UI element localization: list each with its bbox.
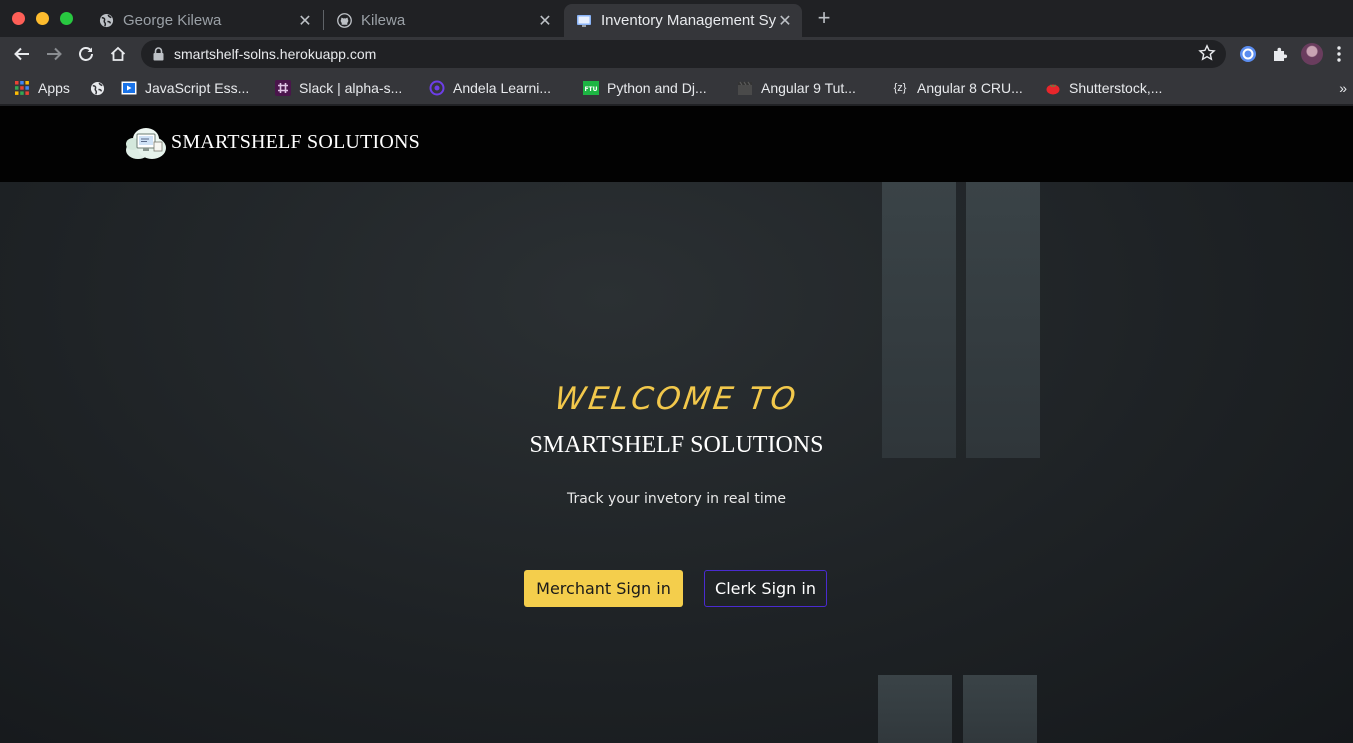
- ftu-icon: FTU: [583, 80, 599, 96]
- bookmark-label: Apps: [38, 80, 70, 96]
- close-window-button[interactable]: [12, 12, 25, 25]
- back-button[interactable]: [10, 42, 34, 66]
- url-text[interactable]: smartshelf-solns.herokuapp.com: [174, 46, 376, 62]
- site-navbar: SMARTSHELF SOLUTIONS: [0, 106, 1353, 182]
- tab-title: Kilewa: [361, 12, 406, 29]
- monitor-icon: [576, 13, 592, 29]
- bookmark-javascript-essentials[interactable]: JavaScript Ess...: [121, 78, 249, 98]
- close-tab-icon[interactable]: ✕: [536, 11, 554, 31]
- apps-grid-icon: [14, 80, 30, 96]
- ftu-text: FTU: [584, 86, 597, 93]
- welcome-heading: WELCOME TO: [552, 381, 801, 417]
- globe-icon: [98, 13, 114, 29]
- background-pillar: [878, 675, 952, 743]
- brand-name[interactable]: SMARTSHELF SOLUTIONS: [171, 131, 420, 154]
- bookmark-apps[interactable]: Apps: [14, 78, 70, 98]
- close-tab-icon[interactable]: ✕: [776, 11, 794, 31]
- bookmark-label: JavaScript Ess...: [145, 80, 250, 96]
- clerk-sign-in-button[interactable]: Clerk Sign in: [704, 570, 827, 607]
- bookmark-angular-8-crud[interactable]: {z} Angular 8 CRU...: [891, 78, 1023, 98]
- bookmark-label: Angular 8 CRU...: [917, 80, 1023, 96]
- browser-menu-icon[interactable]: [1336, 45, 1342, 63]
- clapper-icon: [737, 80, 753, 96]
- globe-icon: [89, 80, 105, 96]
- bookmark-angular-9[interactable]: Angular 9 Tut...: [737, 78, 856, 98]
- more-bookmarks-button[interactable]: »: [1339, 80, 1347, 96]
- profile-avatar[interactable]: [1301, 43, 1323, 65]
- background-pillar: [963, 675, 1037, 743]
- slack-icon: [275, 80, 291, 96]
- tab-kilewa[interactable]: Kilewa ✕: [324, 4, 562, 37]
- extensions-puzzle-icon[interactable]: [1268, 42, 1292, 66]
- forward-arrow-icon: [47, 47, 62, 61]
- merchant-sign-in-button[interactable]: Merchant Sign in: [524, 570, 683, 607]
- bookmark-label: Slack | alpha-s...: [299, 80, 403, 96]
- reload-icon: [79, 47, 93, 61]
- github-icon: [336, 13, 352, 29]
- back-arrow-icon: [14, 47, 29, 61]
- bookmark-slack[interactable]: Slack | alpha-s...: [275, 78, 402, 98]
- bookmark-label: Shutterstock,...: [1069, 80, 1163, 96]
- browser-tab-strip: George Kilewa ✕ Kilewa ✕ Inventory Manag…: [0, 0, 1353, 37]
- new-tab-button[interactable]: +: [812, 6, 836, 30]
- minimize-window-button[interactable]: [36, 12, 49, 25]
- smartshelf-logo[interactable]: [124, 124, 168, 162]
- tomato-icon: [1045, 80, 1061, 96]
- close-tab-icon[interactable]: ✕: [296, 11, 314, 31]
- web-page: SMARTSHELF SOLUTIONS WELCOME TO SMARTSHE…: [0, 106, 1353, 743]
- home-icon: [110, 46, 126, 61]
- video-icon: [121, 80, 137, 96]
- lock-icon[interactable]: [153, 47, 164, 66]
- browser-toolbar: smartshelf-solns.herokuapp.com: [0, 37, 1353, 71]
- bookmark-andela-learning[interactable]: Andela Learni...: [429, 78, 551, 98]
- tab-title: Inventory Management Sy: [601, 12, 776, 29]
- home-button[interactable]: [106, 42, 130, 66]
- bookmark-label: Andela Learni...: [453, 80, 552, 96]
- bookmark-shutterstock[interactable]: Shutterstock,...: [1045, 78, 1162, 98]
- hero-tagline: Track your invetory in real time: [566, 491, 787, 507]
- code-icon: {z}: [893, 82, 907, 94]
- bookmark-globe[interactable]: [89, 78, 113, 98]
- tab-george-kilewa[interactable]: George Kilewa ✕: [86, 4, 322, 37]
- reload-button[interactable]: [74, 42, 98, 66]
- hero-title: SMARTSHELF SOLUTIONS: [529, 432, 824, 458]
- bookmarks-bar: Apps JavaScript Ess... Slack | alpha-s..…: [0, 71, 1353, 105]
- tab-inventory-management[interactable]: Inventory Management Sy ✕: [564, 4, 802, 37]
- extension-sync-icon[interactable]: [1236, 42, 1260, 66]
- bookmark-label: Python and Dj...: [607, 80, 707, 96]
- tab-title: George Kilewa: [123, 12, 222, 29]
- forward-button[interactable]: [42, 42, 66, 66]
- bookmark-python-django[interactable]: FTU Python and Dj...: [583, 78, 707, 98]
- bookmark-label: Angular 9 Tut...: [761, 80, 856, 96]
- maximize-window-button[interactable]: [60, 12, 73, 25]
- address-bar[interactable]: smartshelf-solns.herokuapp.com: [141, 40, 1226, 68]
- andela-icon: [429, 80, 445, 96]
- bookmark-star-icon[interactable]: [1198, 44, 1216, 67]
